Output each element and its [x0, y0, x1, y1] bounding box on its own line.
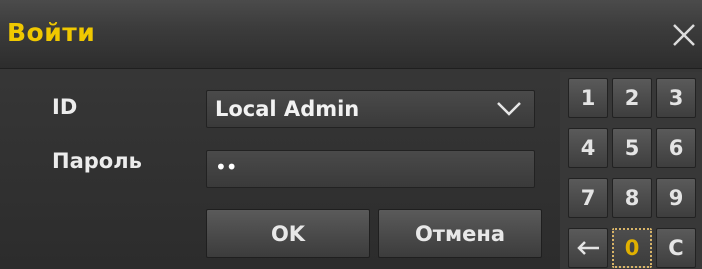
key-1[interactable]: 1 — [568, 78, 608, 118]
id-select[interactable]: Local Admin — [206, 90, 535, 128]
key-9[interactable]: 9 — [656, 178, 696, 218]
backspace-arrow-icon[interactable] — [568, 228, 608, 268]
key-3[interactable]: 3 — [656, 78, 696, 118]
password-input[interactable]: •• — [206, 150, 535, 188]
password-value: •• — [215, 155, 238, 179]
key-clear[interactable]: C — [656, 228, 696, 268]
close-icon[interactable] — [669, 20, 699, 50]
id-label: ID — [52, 95, 78, 119]
key-5[interactable]: 5 — [612, 128, 652, 168]
key-6[interactable]: 6 — [656, 128, 696, 168]
ok-button[interactable]: OK — [206, 209, 370, 258]
numeric-keypad: 1 2 3 4 5 6 7 8 9 0 C — [560, 72, 702, 269]
key-0[interactable]: 0 — [612, 228, 652, 268]
key-2[interactable]: 2 — [612, 78, 652, 118]
password-label: Пароль — [52, 149, 142, 173]
key-4[interactable]: 4 — [568, 128, 608, 168]
dialog-title: Войти — [7, 18, 96, 47]
title-bar: Войти — [0, 0, 702, 69]
chevron-down-icon[interactable] — [496, 97, 522, 119]
login-dialog: Войти ID Local Admin Пароль •• OK Отмена… — [0, 0, 702, 269]
key-8[interactable]: 8 — [612, 178, 652, 218]
cancel-button[interactable]: Отмена — [378, 209, 542, 258]
key-7[interactable]: 7 — [568, 178, 608, 218]
id-select-value: Local Admin — [215, 97, 360, 121]
